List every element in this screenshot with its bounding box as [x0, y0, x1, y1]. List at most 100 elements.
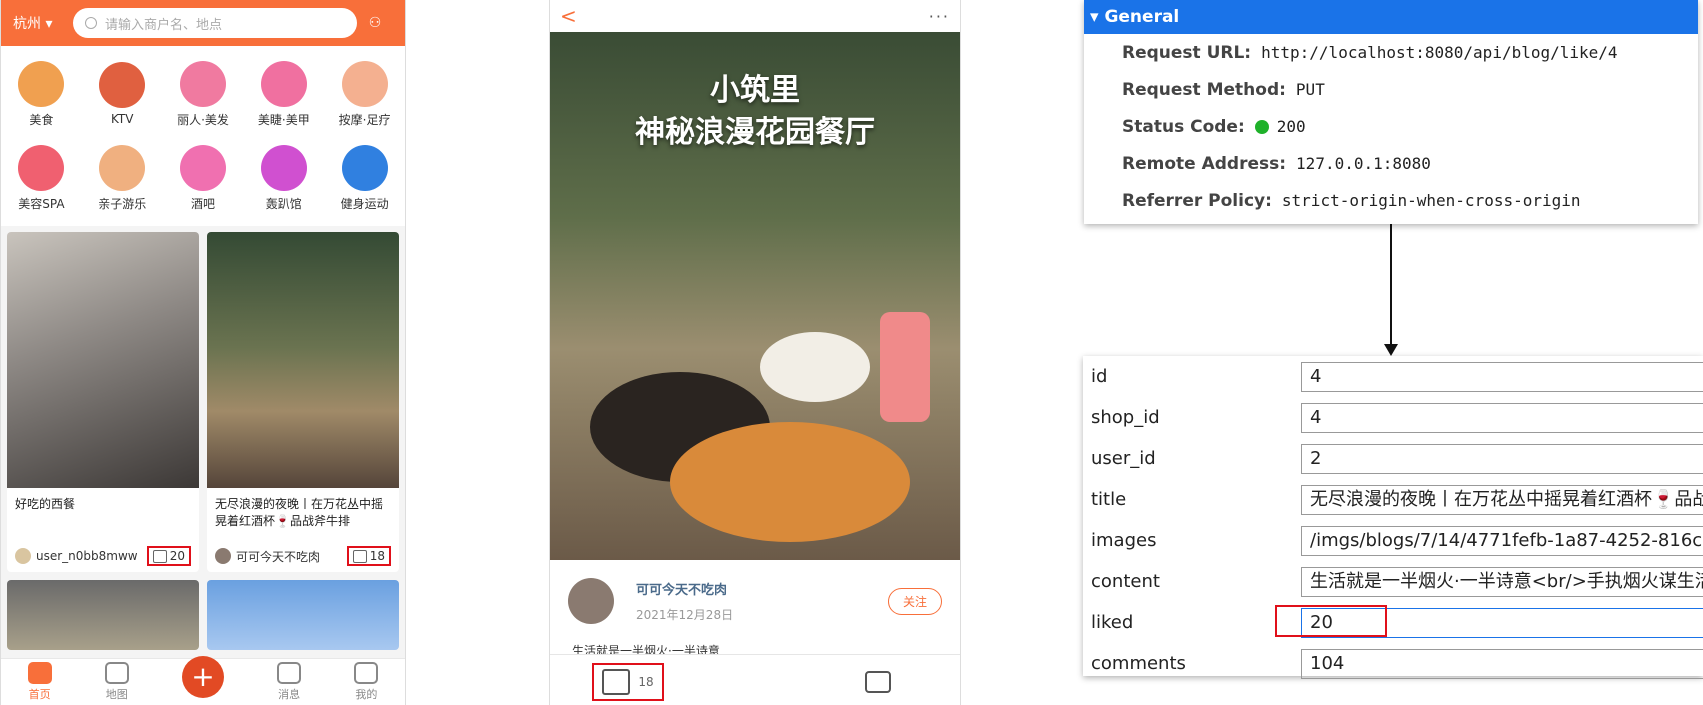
- db-row-user-id: user_id 2: [1083, 438, 1703, 479]
- back-button[interactable]: <: [560, 4, 577, 28]
- like-button[interactable]: 18: [592, 663, 664, 701]
- category-ktv[interactable]: KTV: [82, 52, 163, 136]
- like-count: 18: [369, 549, 385, 563]
- db-field-input[interactable]: 4: [1301, 402, 1703, 433]
- category-kids[interactable]: 亲子游乐: [82, 136, 163, 220]
- section-header[interactable]: ▾ General: [1084, 0, 1698, 34]
- microphone-icon: [99, 62, 146, 108]
- referrer-policy-row: Referrer Policy: strict-origin-when-cross…: [1122, 190, 1581, 211]
- arrow-connector: [1390, 224, 1392, 348]
- db-row-content: content 生活就是一半烟火·一半诗意<br/>手执烟火谋生活: [1083, 561, 1703, 602]
- author-name[interactable]: 可可今天不吃肉: [636, 579, 733, 598]
- more-options-button[interactable]: ···: [929, 7, 950, 26]
- author-section: 可可今天不吃肉 2021年12月28日 关注: [550, 560, 960, 642]
- like-button[interactable]: 20: [146, 546, 191, 566]
- mask-icon: [260, 144, 307, 191]
- spa-icon: [18, 144, 65, 191]
- category-bar[interactable]: 酒吧: [163, 136, 244, 220]
- blog-card[interactable]: 好吃的西餐 user_n0bb8mww 20: [7, 232, 199, 572]
- db-field-input[interactable]: 2: [1301, 443, 1703, 474]
- db-field-input[interactable]: 无尽浪漫的夜晚丨在万花丛中摇晃着红酒杯🍷品战: [1301, 484, 1703, 515]
- category-fitness[interactable]: 健身运动: [324, 136, 405, 220]
- follow-button[interactable]: 关注: [887, 587, 942, 615]
- chat-icon: [277, 662, 302, 684]
- like-count: 20: [169, 549, 185, 563]
- request-url-row: Request URL: http://localhost:8080/api/bl…: [1122, 42, 1618, 63]
- db-field-input[interactable]: 生活就是一半烟火·一半诗意<br/>手执烟火谋生活: [1301, 566, 1703, 597]
- bottom-tab-bar: 首页 地图 + 消息 我的: [1, 656, 405, 705]
- category-massage[interactable]: 按摩·足疗: [324, 52, 405, 136]
- db-field-input[interactable]: 4: [1301, 361, 1703, 392]
- like-count: 18: [638, 675, 654, 689]
- arrow-head-icon: [1384, 344, 1398, 356]
- blog-title: 无尽浪漫的夜晚丨在万花丛中摇晃着红酒杯🍷品战斧牛排: [215, 497, 384, 528]
- db-row-comments: comments 104: [1083, 643, 1703, 684]
- request-method-row: Request Method: PUT: [1122, 79, 1325, 100]
- dumbbell-icon: [341, 144, 388, 191]
- comment-icon[interactable]: [865, 671, 891, 693]
- tab-post[interactable]: +: [181, 656, 224, 698]
- detail-header: < ···: [550, 0, 960, 32]
- blog-card[interactable]: 无尽浪漫的夜晚丨在万花丛中摇晃着红酒杯🍷品战斧牛排 可可今天不吃肉 18: [207, 232, 399, 572]
- blog-card-preview[interactable]: [7, 580, 199, 650]
- tab-home[interactable]: 首页: [27, 662, 52, 702]
- search-placeholder: 请输入商户名、地点: [105, 17, 223, 33]
- post-date: 2021年12月28日: [636, 608, 734, 622]
- map-pin-icon: [104, 662, 129, 684]
- tab-messages[interactable]: 消息: [277, 662, 302, 702]
- hero-title: 小筑里 神秘浪漫花园餐厅: [635, 73, 875, 150]
- avatar: [215, 548, 231, 564]
- blog-image: [7, 232, 199, 488]
- blog-hero-image: 小筑里 神秘浪漫花园餐厅: [550, 32, 960, 560]
- category-party[interactable]: 轰趴馆: [243, 136, 324, 220]
- home-icon: [27, 662, 52, 684]
- cocktail-icon: [179, 144, 226, 191]
- blog-author: user_n0bb8mww: [36, 549, 138, 563]
- plate-shape: [760, 332, 870, 402]
- avatar: [15, 548, 31, 564]
- blog-card-preview[interactable]: [207, 580, 399, 650]
- user-icon[interactable]: ⚇: [357, 15, 393, 31]
- category-hair[interactable]: 丽人·美发: [163, 52, 244, 136]
- db-row-images: images/imgs/blogs/7/14/4771fefb-1a87-425…: [1083, 520, 1703, 561]
- avatar[interactable]: [568, 578, 614, 624]
- status-code-row: Status Code: 200: [1122, 116, 1306, 137]
- search-icon: [85, 17, 97, 29]
- blog-image: [207, 232, 399, 488]
- massage-icon: [341, 60, 388, 107]
- add-post-button[interactable]: +: [181, 656, 224, 698]
- remote-address-row: Remote Address: 127.0.0.1:8080: [1122, 153, 1431, 174]
- db-row-title: title 无尽浪漫的夜晚丨在万花丛中摇晃着红酒杯🍷品战: [1083, 479, 1703, 520]
- person-icon: [354, 662, 379, 684]
- fish-shape: [670, 422, 910, 542]
- city-selector[interactable]: 杭州 ▾: [13, 13, 73, 33]
- thumbs-up-icon: [602, 669, 631, 695]
- hair-icon: [179, 60, 226, 107]
- category-food[interactable]: 美食: [1, 52, 82, 136]
- search-input[interactable]: 请输入商户名、地点: [73, 8, 357, 38]
- blog-author: 可可今天不吃肉: [236, 549, 321, 564]
- tab-map[interactable]: 地图: [104, 662, 129, 702]
- category-spa[interactable]: 美容SPA: [1, 136, 82, 220]
- bottle-shape: [880, 312, 930, 422]
- family-icon: [99, 144, 146, 191]
- tab-profile[interactable]: 我的: [354, 662, 379, 702]
- like-button[interactable]: 18: [346, 546, 391, 566]
- blog-detail-screen: < ··· 小筑里 神秘浪漫花园餐厅 可可今天不吃肉 2021年12月28日 关…: [549, 0, 961, 705]
- highlight-box: [1275, 605, 1387, 637]
- db-row-shop-id: shop_id 4: [1083, 397, 1703, 438]
- category-grid: 美食 KTV 丽人·美发 美睫·美甲 按摩·足疗 美容SPA 亲子游乐 酒吧 轰…: [1, 46, 405, 226]
- thumbs-up-icon: [152, 549, 167, 563]
- category-nails[interactable]: 美睫·美甲: [243, 52, 324, 136]
- db-field-input[interactable]: /imgs/blogs/7/14/4771fefb-1a87-4252-816c…: [1301, 525, 1703, 556]
- thumbs-up-icon: [352, 549, 367, 563]
- db-field-input[interactable]: 104: [1301, 648, 1703, 679]
- db-record-editor: id 4 shop_id 4 user_id 2 title 无尽浪漫的夜晚丨在万花丛中…: [1083, 356, 1703, 679]
- status-dot-icon: [1254, 119, 1269, 134]
- devtools-general-panel: ▾ General Request URL: http://localhost:8…: [1084, 0, 1698, 224]
- nail-icon: [260, 60, 307, 107]
- blog-title: 好吃的西餐: [15, 497, 76, 511]
- detail-action-bar: 18: [550, 654, 960, 705]
- top-bar: 杭州 ▾ 请输入商户名、地点 ⚇: [1, 0, 405, 46]
- db-row-id: id 4: [1083, 356, 1703, 397]
